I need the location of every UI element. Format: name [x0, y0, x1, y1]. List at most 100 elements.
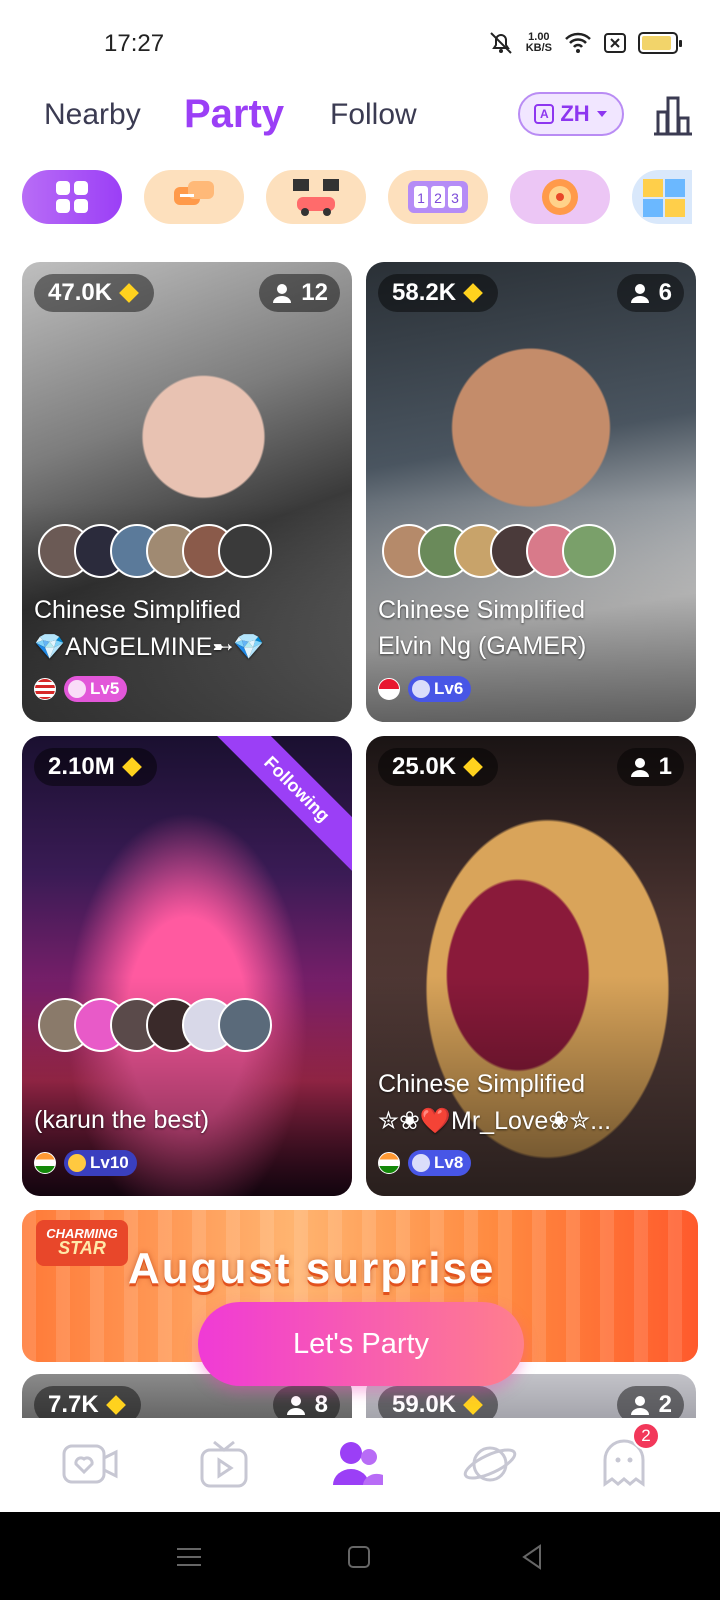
messages-badge: 2	[632, 1422, 660, 1450]
chat-bubble-icon	[174, 181, 214, 205]
svg-text:1: 1	[417, 190, 425, 206]
coins-value: 47.0K	[48, 279, 113, 306]
category-chat[interactable]	[144, 170, 244, 224]
language-button[interactable]: A ZH	[518, 92, 624, 136]
ranking-icon[interactable]	[650, 92, 696, 138]
owner-name: 💎ANGELMINE➸💎	[34, 633, 265, 661]
category-lucky-wheel[interactable]	[510, 170, 610, 224]
level-badge: Lv8	[408, 1150, 472, 1176]
room-card[interactable]: 58.2K 6 Chinese Simplified Elvin Ng (GAM…	[366, 262, 696, 722]
net-speed: 1.00 KB/S	[526, 32, 552, 54]
room-meta: Lv10	[34, 1150, 137, 1176]
ludo-board-icon	[643, 179, 685, 217]
level-icon	[68, 680, 86, 698]
category-racing[interactable]	[266, 170, 366, 224]
diamond-icon	[119, 283, 139, 303]
bottom-tab-bar: 2	[0, 1418, 720, 1512]
status-bar: 17:27 1.00 KB/S	[0, 0, 720, 80]
flag-malaysia-icon	[34, 678, 56, 700]
coins-badge: 2.10M	[34, 748, 157, 786]
coins-value: 58.2K	[392, 279, 457, 306]
top-nav: Nearby Party Follow A ZH	[0, 80, 720, 150]
room-card[interactable]: 25.0K 1 Chinese Simplified ✮❀❤️Mr_Love❀✮…	[366, 736, 696, 1196]
level-label: Lv6	[434, 679, 464, 698]
level-label: Lv5	[90, 679, 120, 698]
room-title: Chinese Simplified	[378, 596, 586, 624]
tab-follow[interactable]: Follow	[330, 98, 417, 132]
category-ludo[interactable]	[632, 170, 692, 224]
avatar	[562, 524, 616, 578]
category-number-game[interactable]: 123	[388, 170, 488, 224]
tab-explore[interactable]	[460, 1434, 520, 1494]
room-owner: 💎ANGELMINE➸💎	[34, 632, 344, 662]
tab-party-nav[interactable]	[328, 1434, 388, 1494]
user-icon	[286, 1396, 305, 1415]
room-title: Chinese Simplified	[34, 596, 242, 624]
room-card[interactable]: 47.0K 12 Chinese Simplified 💎ANGELMINE➸💎…	[22, 262, 352, 722]
category-all[interactable]	[22, 170, 122, 224]
video-heart-icon	[62, 1444, 118, 1484]
users-badge: 6	[616, 274, 684, 312]
tab-nearby[interactable]: Nearby	[44, 98, 141, 132]
room-meta: Lv6	[378, 676, 472, 702]
chevron-down-icon	[596, 111, 607, 117]
level-icon	[412, 1154, 430, 1172]
seat-avatars	[38, 998, 272, 1052]
system-nav-bar	[0, 1512, 720, 1600]
language-label: ZH	[560, 101, 590, 126]
battery-level	[642, 36, 671, 50]
svg-text:3: 3	[451, 190, 459, 206]
tab-party[interactable]: Party	[184, 92, 284, 137]
tab-video[interactable]	[194, 1434, 254, 1494]
coins-value: 7.7K	[48, 1391, 99, 1418]
translate-icon: A	[534, 104, 555, 124]
tab-messages[interactable]: 2	[594, 1422, 660, 1494]
grid-icon	[56, 181, 88, 213]
room-card[interactable]: Following 2.10M (karun the best) Lv10	[22, 736, 352, 1196]
user-icon	[630, 284, 649, 303]
back-icon[interactable]	[516, 1540, 550, 1574]
avatar	[218, 524, 272, 578]
diamond-icon	[463, 1395, 483, 1415]
race-car-icon	[293, 179, 339, 216]
battery-icon	[638, 32, 682, 54]
user-icon	[630, 1396, 649, 1415]
flag-singapore-icon	[378, 678, 400, 700]
banner-tag-bottom: STAR	[58, 1238, 106, 1258]
menu-icon[interactable]	[172, 1540, 206, 1574]
people-icon	[333, 1442, 383, 1485]
room-meta: Lv8	[378, 1150, 472, 1176]
coins-value: 59.0K	[392, 1391, 457, 1418]
room-meta: Lv5	[34, 676, 128, 702]
mute-bell-icon	[490, 32, 512, 54]
wifi-icon	[565, 32, 591, 53]
sim-off-icon	[604, 33, 626, 53]
diamond-icon	[463, 757, 483, 777]
tab-live[interactable]	[60, 1434, 120, 1494]
level-label: Lv10	[90, 1153, 129, 1172]
coins-badge: 25.0K	[378, 748, 499, 786]
coins-badge: 47.0K	[34, 274, 155, 312]
tv-play-icon	[200, 1440, 248, 1488]
banner-tag: CHARMING STAR	[36, 1220, 128, 1266]
wheel-icon	[542, 179, 578, 215]
category-row: 123	[22, 170, 698, 226]
home-icon[interactable]	[342, 1540, 376, 1574]
flag-india-icon	[34, 1152, 56, 1174]
number-slots-icon: 123	[408, 181, 468, 213]
coins-badge: 58.2K	[378, 274, 499, 312]
lets-party-button[interactable]: Let's Party	[198, 1302, 524, 1386]
level-icon	[412, 680, 430, 698]
room-owner: ✮❀❤️Mr_Love❀✮...	[378, 1107, 612, 1135]
seat-avatars	[38, 524, 272, 578]
users-count: 2	[658, 1391, 672, 1418]
status-time: 17:27	[104, 30, 165, 57]
room-title: Chinese Simplified	[378, 1070, 586, 1098]
banner-title: August surprise	[128, 1244, 496, 1293]
users-count: 6	[658, 279, 672, 306]
users-count: 12	[301, 279, 328, 306]
coins-value: 2.10M	[48, 753, 115, 780]
level-badge: Lv10	[64, 1150, 137, 1176]
room-owner: Elvin Ng (GAMER)	[378, 632, 587, 660]
user-icon	[630, 758, 649, 777]
